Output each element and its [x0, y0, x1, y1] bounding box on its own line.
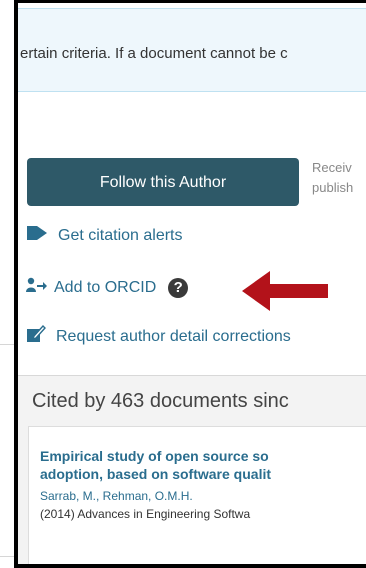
document-title-line1[interactable]: Empirical study of open source so: [40, 447, 366, 465]
red-arrow-icon: [242, 271, 328, 311]
info-notice: ertain criteria. If a document cannot be…: [18, 8, 366, 92]
citation-alerts-row[interactable]: Get citation alerts: [26, 224, 183, 247]
person-arrow-icon: [26, 277, 48, 298]
follow-author-button[interactable]: Follow this Author: [27, 158, 299, 206]
citation-alerts-link[interactable]: Get citation alerts: [58, 227, 183, 245]
question-circle-icon[interactable]: ?: [168, 277, 189, 298]
background-divider: [0, 344, 14, 345]
document-card: Empirical study of open source so adopti…: [28, 426, 366, 564]
cited-by-heading: Cited by 463 documents sinc: [32, 390, 289, 412]
follow-description-line1: Receiv: [312, 160, 352, 175]
document-title-line2[interactable]: adoption, based on software qualit: [40, 465, 366, 483]
document-source: (2014) Advances in Engineering Softwa: [40, 507, 251, 521]
document-title[interactable]: Empirical study of open source so adopti…: [40, 447, 366, 483]
notice-text: ertain criteria. If a document cannot be…: [20, 45, 288, 62]
document-authors[interactable]: Sarrab, M., Rehman, O.M.H.: [40, 489, 193, 503]
follow-description-line2: publish: [312, 180, 354, 195]
request-corrections-link[interactable]: Request author detail corrections: [56, 328, 291, 346]
follow-description: Receiv publish: [312, 158, 353, 198]
tag-icon: [26, 224, 48, 247]
edit-icon: [26, 324, 46, 348]
add-orcid-link[interactable]: Add to ORCID: [54, 279, 156, 297]
request-corrections-row[interactable]: Request author detail corrections: [26, 324, 291, 348]
zoom-frame: ertain criteria. If a document cannot be…: [14, 0, 366, 568]
cited-by-section: Cited by 463 documents sinc Empirical st…: [18, 375, 366, 564]
background-divider-bottom: [0, 556, 14, 557]
add-orcid-row: Add to ORCID ?: [26, 277, 189, 298]
